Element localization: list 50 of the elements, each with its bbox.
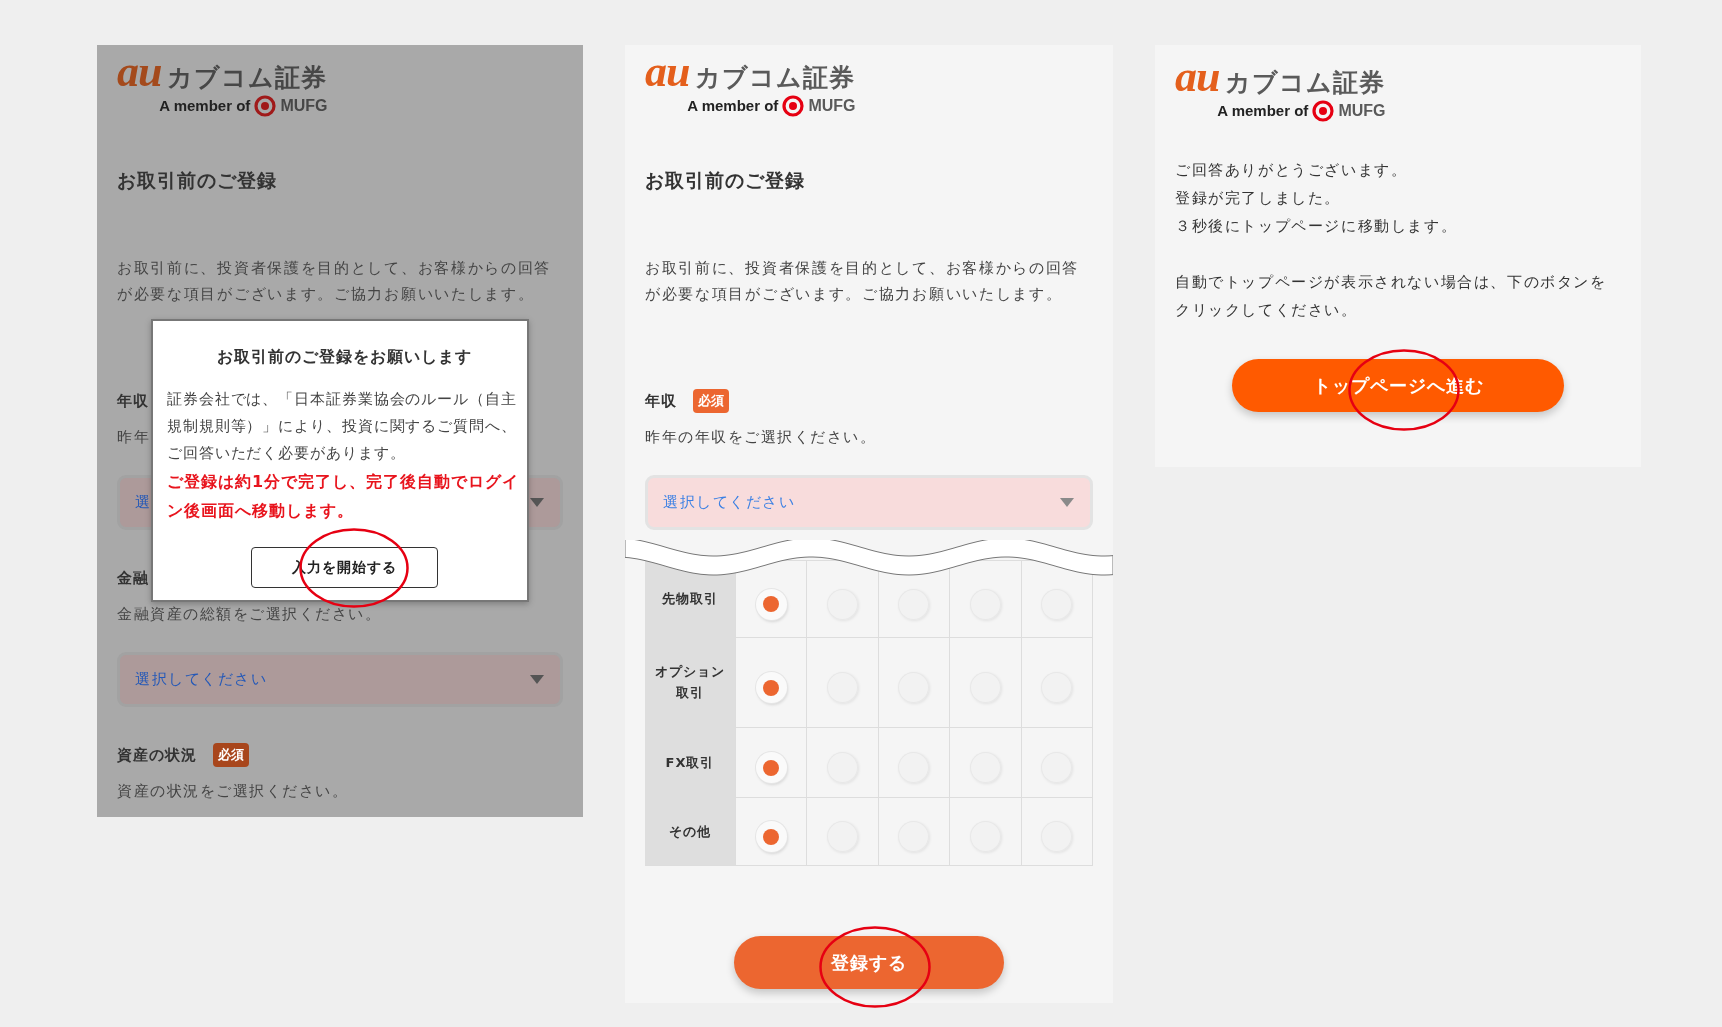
field-hint: 昨年の年収をご選択ください。 xyxy=(645,427,876,448)
dropdown-caret-icon xyxy=(1060,498,1074,507)
radio-button[interactable] xyxy=(755,752,787,783)
select-field[interactable]: 選択してください xyxy=(117,652,563,707)
intro-text: お取引前に、投資者保護を目的として、お客様からの回答が必要な項目がございます。ご協力お願いいたします。 xyxy=(645,258,1081,305)
field-label: 金融 xyxy=(117,568,149,588)
page-title: お取引前のご登録 xyxy=(645,168,806,193)
brand-mark: au xyxy=(645,57,690,87)
row-label: その他 xyxy=(669,822,711,841)
tagline: A member of xyxy=(159,96,251,116)
group-name: MUFG xyxy=(1338,101,1386,121)
tagline: A member of xyxy=(1217,101,1309,121)
field-hint: 資産の状況をご選択ください。 xyxy=(117,781,348,802)
row-label: FX取引 xyxy=(665,753,715,772)
radio-button[interactable] xyxy=(755,821,787,852)
group-name: MUFG xyxy=(280,96,328,116)
dialog-text: 証券会社では、「日本証券業協会のルール（自主規制規則等）」により、投資に関するご質問へ、ご回答いただく必要があります。 xyxy=(167,389,518,464)
ring-dot-icon xyxy=(1312,100,1335,122)
radio-button[interactable] xyxy=(755,588,787,620)
select-field[interactable]: 選択してください xyxy=(645,475,1093,530)
page-title: お取引前のご登録 xyxy=(117,168,278,193)
dialog-notice: ご登録は約1分で完了し、完了後自動でログイン後画面へ移動します。 xyxy=(167,471,521,522)
brand-name: カブコム証券 xyxy=(1225,68,1386,98)
ring-dot-icon xyxy=(782,95,805,117)
brand-mark: au xyxy=(117,57,162,87)
tagline: A member of xyxy=(687,96,779,116)
intro-text: お取引前に、投資者保護を目的として、お客様からの回答が必要な項目がございます。ご協力お願いいたします。 xyxy=(117,258,553,305)
field-label: 資産の状況 xyxy=(117,745,197,765)
dropdown-caret-icon xyxy=(530,675,544,684)
submit-button[interactable]: 登録する xyxy=(734,936,1004,989)
radio-button[interactable] xyxy=(755,672,787,703)
dropdown-caret-icon xyxy=(530,498,544,507)
dialog-title: お取引前のご登録をお願いします xyxy=(215,346,473,368)
message-text: ご回答ありがとうございます。 xyxy=(1175,160,1409,181)
row-label: オプション取引 xyxy=(654,663,726,702)
row-label: 先物取引 xyxy=(662,590,718,608)
brand-name: カブコム証券 xyxy=(695,63,856,93)
field-label: 年収 xyxy=(117,391,149,411)
field-hint: 昨年 xyxy=(117,427,150,448)
required-badge: 必須 xyxy=(213,743,249,767)
message-text: ３秒後にトップページに移動します。 xyxy=(1175,216,1459,237)
field-label: 年収 xyxy=(645,391,677,411)
message-text: 自動でトップページが表示されない場合は、下のボタンをクリックしてください。 xyxy=(1175,272,1608,321)
brand-mark: au xyxy=(1175,62,1220,92)
message-text: 登録が完了しました。 xyxy=(1175,188,1342,209)
field-hint: 金融資産の総額をご選択ください。 xyxy=(117,604,381,625)
required-badge: 必須 xyxy=(693,389,729,413)
ring-dot-icon xyxy=(254,95,277,117)
group-name: MUFG xyxy=(808,96,856,116)
brand-name: カブコム証券 xyxy=(167,63,328,93)
